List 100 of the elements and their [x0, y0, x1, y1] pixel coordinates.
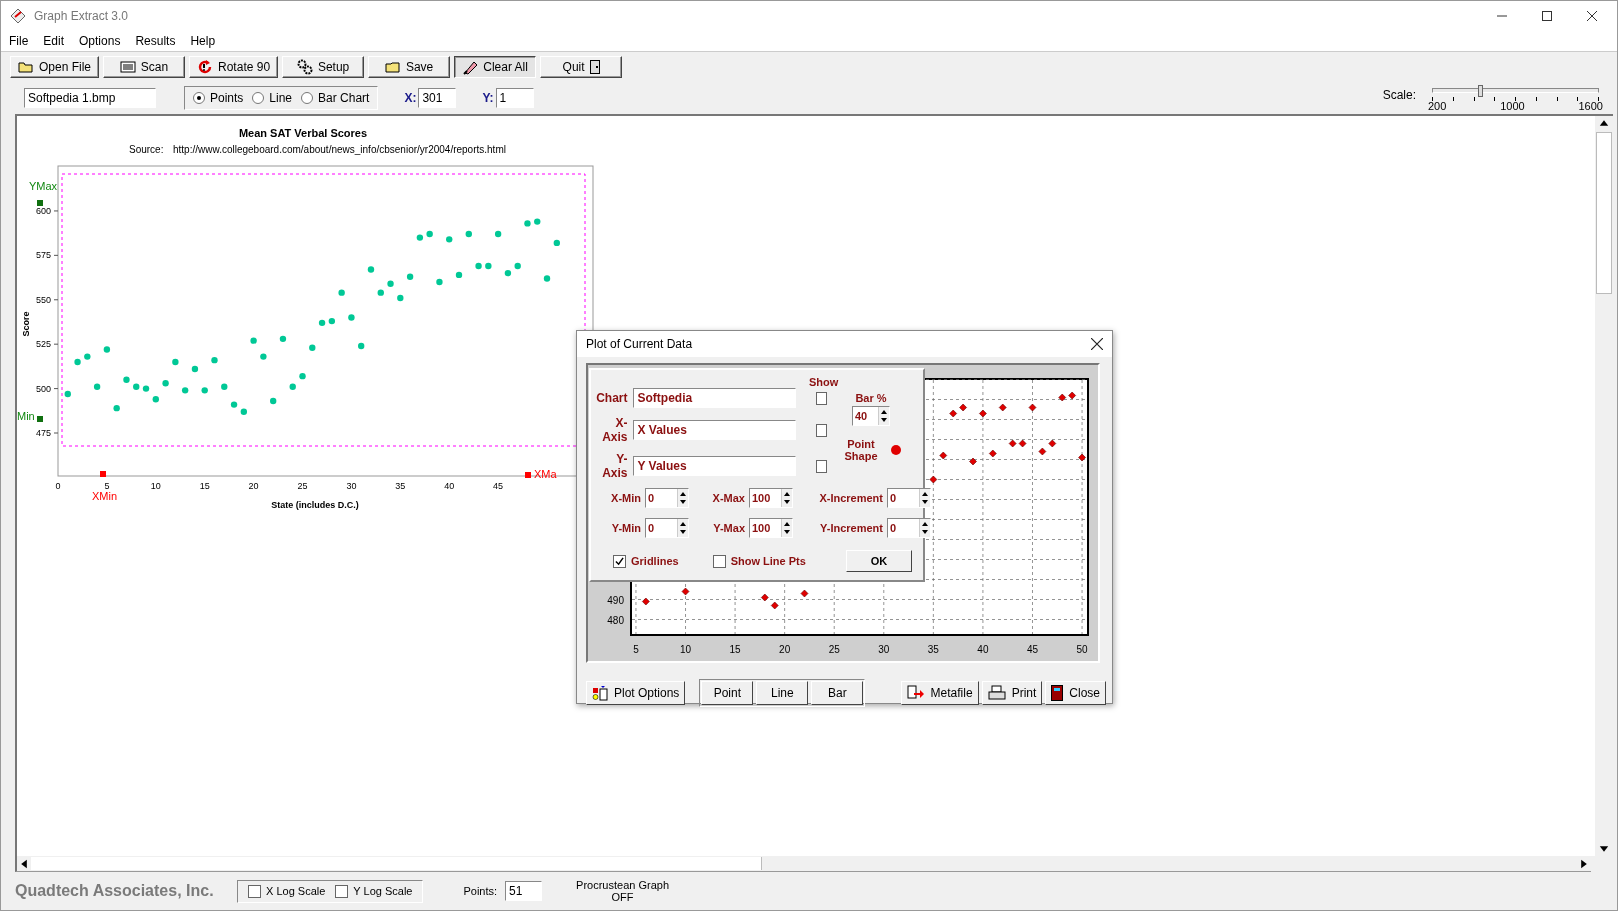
- menu-item[interactable]: Results: [135, 34, 176, 48]
- scroll-thumb[interactable]: [1596, 132, 1612, 294]
- scale-tick-label: 200: [1428, 100, 1447, 112]
- radio-option[interactable]: Bar Chart: [301, 90, 370, 105]
- x-tick-label: 15: [729, 644, 741, 655]
- x-field[interactable]: 301: [418, 87, 457, 108]
- gridlines-checkbox[interactable]: Gridlines: [613, 554, 679, 568]
- radio-button[interactable]: [252, 91, 265, 104]
- menu-item[interactable]: Edit: [43, 34, 65, 48]
- dialog-title: Plot of Current Data: [586, 337, 693, 351]
- radio-option[interactable]: Points: [193, 90, 244, 105]
- text-field[interactable]: Y Values: [633, 456, 797, 476]
- points-field[interactable]: 51: [505, 881, 543, 901]
- x-tick-label: 0: [55, 481, 61, 491]
- dialog-button[interactable]: Print: [981, 681, 1043, 705]
- ok-button[interactable]: OK: [845, 550, 912, 572]
- toolbar-button[interactable]: Open File: [10, 55, 100, 78]
- menu-item[interactable]: Options: [79, 34, 121, 48]
- point-shape-label: Point Shape: [843, 438, 879, 462]
- radio-option[interactable]: Line: [252, 90, 293, 105]
- log-scale-checkbox[interactable]: Y Log Scale: [335, 884, 413, 898]
- radio-button[interactable]: [193, 91, 205, 104]
- dialog-button[interactable]: Point: [701, 681, 754, 705]
- range-spinner[interactable]: 0: [887, 488, 931, 508]
- checkbox[interactable]: [248, 884, 261, 898]
- x-axis-title: State (includes D.C.): [271, 500, 359, 510]
- slider-thumb[interactable]: [1478, 85, 1484, 97]
- dialog-button[interactable]: Plot Options: [586, 681, 686, 705]
- folder-icon: [384, 60, 401, 73]
- range-spinner[interactable]: 100: [749, 518, 793, 538]
- toolbar-button[interactable]: Rotate 90: [189, 55, 279, 78]
- show-line-pts-checkbox[interactable]: Show Line Pts: [712, 554, 806, 568]
- show-checkbox[interactable]: [816, 423, 827, 437]
- x-tick-label: 35: [927, 644, 939, 655]
- y-tick-label: 475: [35, 428, 51, 438]
- x-tick-label: 15: [199, 481, 210, 491]
- scale-slider[interactable]: [1432, 85, 1599, 97]
- text-field[interactable]: X Values: [633, 420, 797, 440]
- show-checkbox[interactable]: [816, 459, 827, 473]
- range-spinner[interactable]: 0: [645, 518, 689, 538]
- tick-mark: [53, 210, 59, 212]
- y-tick-label: 490: [607, 594, 624, 606]
- range-label: Y-Max: [712, 522, 745, 534]
- dialog-button[interactable]: Metafile: [900, 681, 979, 705]
- scale-tick-label: 1600: [1578, 100, 1603, 112]
- field-label: Chart: [595, 391, 628, 405]
- toolbar-button[interactable]: Setup: [282, 55, 365, 78]
- scroll-thumb[interactable]: [31, 857, 762, 870]
- source-label: Source:: [129, 144, 164, 155]
- tick-mark: [53, 388, 59, 390]
- close-icon[interactable]: [1587, 11, 1597, 21]
- xmax-marker: [525, 472, 531, 478]
- y-field[interactable]: 1: [495, 87, 534, 108]
- show-checkbox[interactable]: [816, 391, 827, 405]
- rotate-icon: [197, 58, 214, 75]
- maximize-icon[interactable]: [1542, 11, 1552, 21]
- log-scale-checkbox[interactable]: X Log Scale: [248, 884, 326, 898]
- export-icon: [906, 685, 925, 701]
- toolbar-button[interactable]: Quit: [540, 55, 623, 78]
- x-tick-label: 20: [248, 481, 259, 491]
- y-tick-label: 525: [35, 339, 51, 350]
- checkbox[interactable]: [335, 884, 349, 898]
- range-spinner[interactable]: 100: [749, 488, 793, 508]
- text-field[interactable]: Softpedia: [633, 388, 797, 408]
- ymax-marker-label: YMax: [29, 180, 58, 192]
- point-shape-dot[interactable]: [891, 445, 901, 455]
- printer-icon: [987, 685, 1006, 701]
- menu-item[interactable]: File: [9, 34, 29, 48]
- file-name-field[interactable]: Softpedia 1.bmp: [24, 87, 156, 108]
- x-tick-label: 30: [346, 481, 357, 491]
- dialog-button[interactable]: Close: [1045, 681, 1106, 705]
- x-label: X:: [404, 90, 417, 105]
- xmin-marker-label: XMin: [92, 490, 118, 502]
- y-tick-label: 500: [35, 383, 51, 394]
- dialog-button[interactable]: Line: [756, 681, 809, 705]
- bar-percent-spinner[interactable]: 40: [852, 406, 890, 426]
- y-label: Y:: [482, 90, 494, 105]
- toolbar-button[interactable]: Clear All: [454, 55, 537, 78]
- x-tick-label: 10: [150, 481, 161, 491]
- procrustean-label: Procrustean Graph: [576, 879, 670, 891]
- dialog-button[interactable]: Bar: [811, 681, 864, 705]
- tick-mark: [53, 432, 59, 434]
- range-spinner[interactable]: 0: [887, 518, 931, 538]
- toolbar-button[interactable]: Save: [368, 55, 451, 78]
- horizontal-scrollbar[interactable]: [15, 856, 1591, 872]
- toolbar-button[interactable]: Scan: [103, 55, 186, 78]
- radio-button[interactable]: [301, 91, 314, 104]
- x-tick-label: 50: [1076, 644, 1088, 655]
- folder-icon: [18, 60, 34, 73]
- app-icon: [10, 8, 26, 24]
- source-url: http://www.collegeboard.com/about/news_info/cbsenior/yr2004/reports.html: [173, 144, 506, 155]
- range-spinner[interactable]: 0: [645, 488, 689, 508]
- checkbox[interactable]: [613, 554, 626, 568]
- checkbox[interactable]: [712, 554, 726, 568]
- menu-item[interactable]: Help: [190, 34, 216, 48]
- close-icon[interactable]: [1091, 338, 1103, 350]
- window-title: Graph Extract 3.0: [34, 9, 129, 23]
- company-name: Quadtech Associates, Inc.: [15, 882, 215, 900]
- gears-icon: [296, 58, 313, 75]
- x-tick-label: 45: [493, 481, 504, 491]
